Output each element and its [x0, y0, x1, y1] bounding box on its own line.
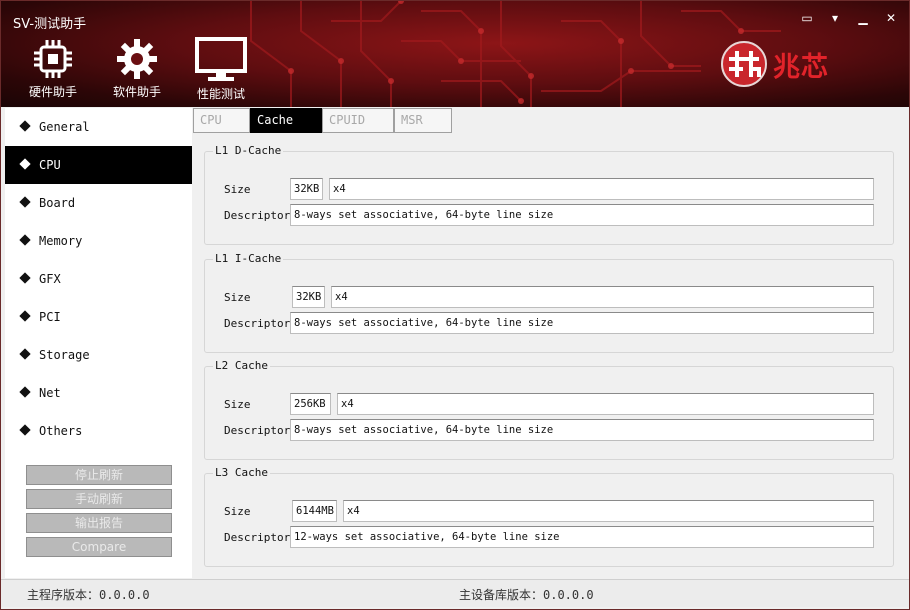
main-panel: CPU Cache CPUID MSR L1 D-Cache Size 32KB… [193, 108, 907, 578]
bullet-icon [19, 386, 31, 398]
brand-name: 兆芯 [773, 51, 829, 83]
descriptor-field[interactable]: 8-ways set associative, 64-byte line siz… [290, 419, 874, 441]
minimize-icon[interactable]: ▁ [851, 9, 875, 27]
window-title: SV-测试助手 [13, 17, 87, 32]
stop-refresh-button[interactable]: 停止刷新 [26, 465, 172, 485]
bullet-icon [19, 234, 31, 246]
group-title: L1 D-Cache [213, 144, 284, 157]
bullet-icon [19, 348, 31, 360]
size-label: Size [224, 398, 251, 411]
sidebar: General CPU Board Memory GFX PCI Storage… [5, 108, 192, 578]
sidebar-item-memory[interactable]: Memory [5, 222, 192, 260]
compare-button[interactable]: Compare [26, 537, 172, 557]
toolbar-label: 软件助手 [112, 85, 161, 99]
sidebar-item-board[interactable]: Board [5, 184, 192, 222]
status-bar: 主程序版本：0.0.0.0 主设备库版本：0.0.0.0 [1, 579, 909, 607]
sidebar-item-label: Memory [39, 234, 83, 248]
sidebar-item-label: PCI [39, 310, 61, 324]
bullet-icon [19, 158, 31, 170]
size-field[interactable]: 32KB [292, 286, 325, 308]
bullet-icon [19, 196, 31, 208]
close-icon[interactable]: ✕ [879, 9, 903, 27]
sidebar-item-label: Storage [39, 348, 90, 362]
bullet-icon [19, 272, 31, 284]
toolbar-label: 硬件助手 [28, 85, 77, 99]
size-label: Size [224, 291, 251, 304]
device-database-version: 主设备库版本：0.0.0.0 [459, 588, 594, 602]
sidebar-item-general[interactable]: General [5, 108, 192, 146]
sidebar-item-label: CPU [39, 158, 61, 172]
chip-icon [34, 40, 72, 78]
sidebar-item-label: Net [39, 386, 61, 400]
descriptor-label: Descriptor [224, 209, 291, 222]
tab-msr[interactable]: MSR [394, 108, 452, 133]
tab-cpuid[interactable]: CPUID [322, 108, 394, 133]
size-field[interactable]: 256KB [290, 393, 331, 415]
descriptor-field[interactable]: 12-ways set associative, 64-byte line si… [290, 526, 874, 548]
window-controls: ▭ ▾ ▁ ✕ [795, 9, 903, 27]
toolbar-hardware-assistant[interactable]: 硬件助手 [21, 37, 85, 100]
export-report-button[interactable]: 输出报告 [26, 513, 172, 533]
sidebar-item-storage[interactable]: Storage [5, 336, 192, 374]
group-title: L2 Cache [213, 359, 270, 372]
gear-icon [117, 39, 157, 79]
bullet-icon [19, 120, 31, 132]
main-program-version: 主程序版本：0.0.0.0 [27, 588, 150, 602]
tab-bar: CPU Cache CPUID MSR [193, 108, 452, 133]
brand-logo: 兆芯 [721, 41, 829, 87]
descriptor-field[interactable]: 8-ways set associative, 64-byte line siz… [290, 312, 874, 334]
cache-group-l1d: L1 D-Cache Size 32KB x4 Descriptor 8-way… [204, 144, 894, 245]
toolbar-label: 性能测试 [196, 87, 245, 101]
size-field[interactable]: 6144MB [292, 500, 337, 522]
feedback-icon[interactable]: ▭ [795, 9, 819, 27]
group-title: L1 I-Cache [213, 252, 284, 265]
sidebar-item-label: General [39, 120, 90, 134]
cache-group-l1i: L1 I-Cache Size 32KB x4 Descriptor 8-way… [204, 252, 894, 353]
size-label: Size [224, 183, 251, 196]
cache-group-l2: L2 Cache Size 256KB x4 Descriptor 8-ways… [204, 359, 894, 460]
descriptor-field[interactable]: 8-ways set associative, 64-byte line siz… [290, 204, 874, 226]
header-banner: SV-测试助手 ▭ ▾ ▁ ✕ 硬件助手 软件助手 性能测试 兆芯 [1, 1, 909, 107]
brand-mark-icon [721, 41, 767, 87]
count-field[interactable]: x4 [331, 286, 874, 308]
app-window: SV-测试助手 ▭ ▾ ▁ ✕ 硬件助手 软件助手 性能测试 兆芯 Genera… [0, 0, 910, 610]
sidebar-item-pci[interactable]: PCI [5, 298, 192, 336]
size-label: Size [224, 505, 251, 518]
sidebar-item-net[interactable]: Net [5, 374, 192, 412]
count-field[interactable]: x4 [329, 178, 874, 200]
sidebar-item-label: Board [39, 196, 76, 210]
sidebar-item-cpu[interactable]: CPU [5, 146, 192, 184]
descriptor-label: Descriptor [224, 531, 291, 544]
count-field[interactable]: x4 [343, 500, 874, 522]
sidebar-item-label: Others [39, 424, 83, 438]
cache-group-l3: L3 Cache Size 6144MB x4 Descriptor 12-wa… [204, 466, 894, 567]
manual-refresh-button[interactable]: 手动刷新 [26, 489, 172, 509]
monitor-icon [195, 37, 247, 81]
count-field[interactable]: x4 [337, 393, 874, 415]
group-title: L3 Cache [213, 466, 270, 479]
size-field[interactable]: 32KB [290, 178, 323, 200]
sidebar-item-gfx[interactable]: GFX [5, 260, 192, 298]
bullet-icon [19, 310, 31, 322]
sidebar-item-label: GFX [39, 272, 61, 286]
descriptor-label: Descriptor [224, 424, 291, 437]
menu-dropdown-icon[interactable]: ▾ [823, 9, 847, 27]
bullet-icon [19, 424, 31, 436]
sidebar-item-others[interactable]: Others [5, 412, 192, 450]
toolbar-performance-test[interactable]: 性能测试 [189, 37, 253, 102]
tab-cpu[interactable]: CPU [193, 108, 250, 133]
toolbar-software-assistant[interactable]: 软件助手 [105, 37, 169, 100]
tab-cache[interactable]: Cache [250, 108, 322, 133]
descriptor-label: Descriptor [224, 317, 291, 330]
